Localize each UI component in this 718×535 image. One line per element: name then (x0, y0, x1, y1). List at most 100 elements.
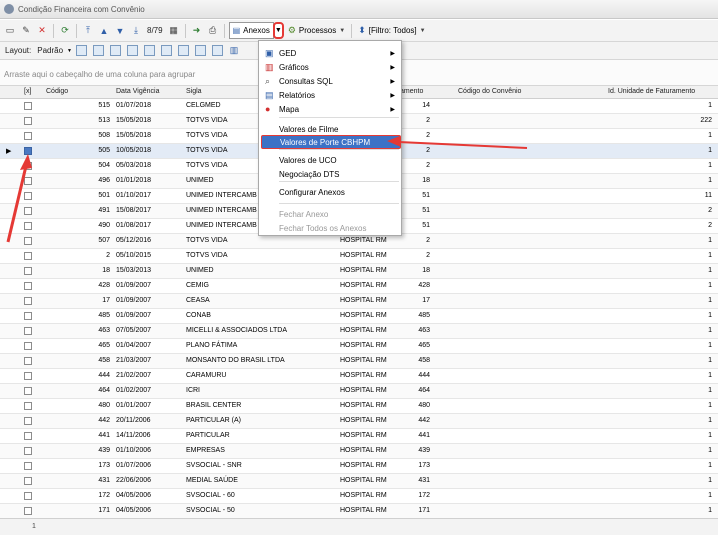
row-checkbox[interactable] (24, 387, 32, 395)
row-checkbox[interactable] (24, 492, 32, 500)
header-id-unidade[interactable]: Id. Unidade de Faturamento (608, 88, 695, 95)
layout-save-icon[interactable] (74, 43, 89, 59)
menu-item-gr-ficos[interactable]: ▥ Gráficos ▶ (261, 60, 401, 74)
table-row[interactable]: 485 01/09/2007 CONAB HOSPITAL RM 485 1 (0, 309, 718, 324)
row-checkbox[interactable] (24, 447, 32, 455)
layout-rows-icon[interactable] (108, 43, 123, 59)
previous-record-icon[interactable]: ▲ (97, 23, 111, 39)
cell-id-unidade: 1 (708, 387, 712, 394)
cell-codigo: 173 (98, 462, 110, 469)
menu-item-negocia-o-dts[interactable]: Negociação DTS (261, 167, 401, 181)
row-checkbox[interactable] (24, 102, 32, 110)
row-checkbox[interactable] (24, 462, 32, 470)
row-checkbox[interactable] (24, 477, 32, 485)
grid-view-icon[interactable]: ▦ (167, 23, 181, 39)
filtro-button[interactable]: ⬍ [Filtro: Todos] ▼ (356, 23, 427, 39)
table-row[interactable]: 431 22/06/2006 MEDIAL SAÚDE HOSPITAL RM 431 1 (0, 474, 718, 489)
table-row[interactable]: 173 01/07/2006 SVSOCIAL - SNR HOSPITAL RM 17… (0, 459, 718, 474)
table-row[interactable]: 480 01/01/2007 BRASIL CENTER HOSPITAL RM 480… (0, 399, 718, 414)
menu-item-consultas-sql[interactable]: ⌕ Consultas SQL ▶ (261, 74, 401, 88)
cell-data-vigencia: 05/10/2015 (116, 252, 152, 259)
menu-item-valores-de-porte-cbhpm[interactable]: Valores de Porte CBHPM (261, 135, 401, 149)
table-row[interactable]: 465 01/04/2007 PLANO FÁTIMA HOSPITAL RM 465 1 (0, 339, 718, 354)
row-checkbox[interactable] (24, 267, 32, 275)
table-row[interactable]: 18 15/03/2013 UNIMED HOSPITAL RM 18 1 (0, 264, 718, 279)
table-row[interactable]: 172 04/05/2006 SVSOCIAL - 60 HOSPITAL RM 172… (0, 489, 718, 504)
menu-item-ged[interactable]: ▣ GED ▶ (261, 46, 401, 60)
cell-data-vigencia: 15/05/2018 (116, 117, 152, 124)
row-checkbox[interactable] (24, 132, 32, 140)
table-row[interactable]: 507 05/12/2016 TOTVS VIDA HOSPITAL RM 2 1 (0, 234, 718, 249)
row-checkbox[interactable] (24, 312, 32, 320)
row-checkbox[interactable] (24, 297, 32, 305)
cell-codigo: 515 (98, 102, 110, 109)
cell-plano: HOSPITAL RM (340, 432, 387, 439)
first-record-icon[interactable]: ⤒ (81, 23, 95, 39)
layout-sort-icon[interactable] (159, 43, 174, 59)
print-icon[interactable]: ⎙ (206, 23, 220, 39)
header-codigo-convenio[interactable]: Código do Convênio (458, 88, 521, 95)
menu-item-label: GED (279, 48, 297, 58)
row-checkbox[interactable] (24, 402, 32, 410)
row-checkbox[interactable] (24, 372, 32, 380)
table-row[interactable]: 2 05/10/2015 TOTVS VIDA HOSPITAL RM 2 1 (0, 249, 718, 264)
row-checkbox[interactable] (24, 357, 32, 365)
header-codigo[interactable]: Código (46, 88, 68, 95)
cell-id-unidade: 1 (708, 237, 712, 244)
cell-codigo: 439 (98, 447, 110, 454)
layout-columns-icon[interactable] (91, 43, 106, 59)
table-row[interactable]: 464 01/02/2007 ICRI HOSPITAL RM 464 1 (0, 384, 718, 399)
menu-item-relat-rios[interactable]: ▤ Relatórios ▶ (261, 88, 401, 102)
row-checkbox[interactable] (24, 117, 32, 125)
filter-icon: ⬍ (358, 25, 366, 35)
table-row[interactable]: 171 04/05/2006 SVSOCIAL - 50 HOSPITAL RM 171… (0, 504, 718, 518)
cell-plano: HOSPITAL RM (340, 387, 387, 394)
chart-icon[interactable]: ▥ (227, 43, 241, 59)
processos-button[interactable]: ⚙ Processos ▼ (286, 23, 347, 39)
menu-item-valores-de-uco[interactable]: Valores de UCO (261, 153, 401, 167)
header-plano[interactable]: amento (400, 88, 423, 95)
table-row[interactable]: 17 01/09/2007 CEASA HOSPITAL RM 17 1 (0, 294, 718, 309)
last-record-icon[interactable]: ⤓ (129, 23, 143, 39)
row-checkbox[interactable] (24, 282, 32, 290)
layout-label: Layout: (5, 46, 32, 55)
layout-filter-icon[interactable] (125, 43, 140, 59)
row-checkbox[interactable] (24, 507, 32, 515)
header-sigla[interactable]: Sigla (186, 88, 202, 95)
header-select[interactable]: [x] (24, 88, 31, 95)
anexos-dropdown-arrow[interactable]: ▼ (272, 22, 284, 39)
table-row[interactable]: 463 07/05/2007 MICELLI & ASSOCIADOS LTDA HO… (0, 324, 718, 339)
table-row[interactable]: 458 21/03/2007 MONSANTO DO BRASIL LTDA HOSP… (0, 354, 718, 369)
table-row[interactable]: 441 14/11/2006 PARTICULAR HOSPITAL RM 441 1 (0, 429, 718, 444)
table-row[interactable]: 442 20/11/2006 PARTICULAR (A) HOSPITAL RM 44… (0, 414, 718, 429)
layout-group-icon[interactable] (142, 43, 157, 59)
layout-collapse-icon[interactable] (193, 43, 208, 59)
table-row[interactable]: 439 01/10/2006 EMPRESAS HOSPITAL RM 439 1 (0, 444, 718, 459)
cell-codigo: 513 (98, 117, 110, 124)
table-row[interactable]: 428 01/09/2007 CEMIG HOSPITAL RM 428 1 (0, 279, 718, 294)
cell-sigla: MEDIAL SAÚDE (186, 477, 238, 484)
row-checkbox[interactable] (24, 252, 32, 260)
row-checkbox[interactable] (24, 417, 32, 425)
new-icon[interactable]: ▭ (3, 23, 17, 39)
divider (76, 23, 77, 38)
header-data-vigencia[interactable]: Data Vigência (116, 88, 159, 95)
layout-select[interactable]: Padrão (35, 46, 65, 55)
edit-icon[interactable]: ✎ (19, 23, 33, 39)
menu-item-mapa[interactable]: ● Mapa ▶ (261, 102, 401, 116)
cell-id-unidade: 222 (700, 117, 712, 124)
row-checkbox[interactable] (24, 342, 32, 350)
row-checkbox[interactable] (24, 432, 32, 440)
table-row[interactable]: 444 21/02/2007 CARAMURU HOSPITAL RM 444 1 (0, 369, 718, 384)
export-icon[interactable]: ➜ (190, 23, 204, 39)
refresh-icon[interactable]: ⟳ (58, 23, 72, 39)
layout-config-icon[interactable] (210, 43, 225, 59)
next-record-icon[interactable]: ▼ (113, 23, 127, 39)
delete-icon[interactable]: ✕ (35, 23, 49, 39)
layout-expand-icon[interactable] (176, 43, 191, 59)
menu-item-valores-de-filme[interactable]: Valores de Filme (261, 122, 401, 136)
row-checkbox[interactable] (24, 327, 32, 335)
cell-codigo-convenio: 428 (418, 282, 430, 289)
anexos-button[interactable]: ▤ Anexos (228, 22, 274, 39)
menu-item-configurar-anexos[interactable]: Configurar Anexos (261, 185, 401, 199)
